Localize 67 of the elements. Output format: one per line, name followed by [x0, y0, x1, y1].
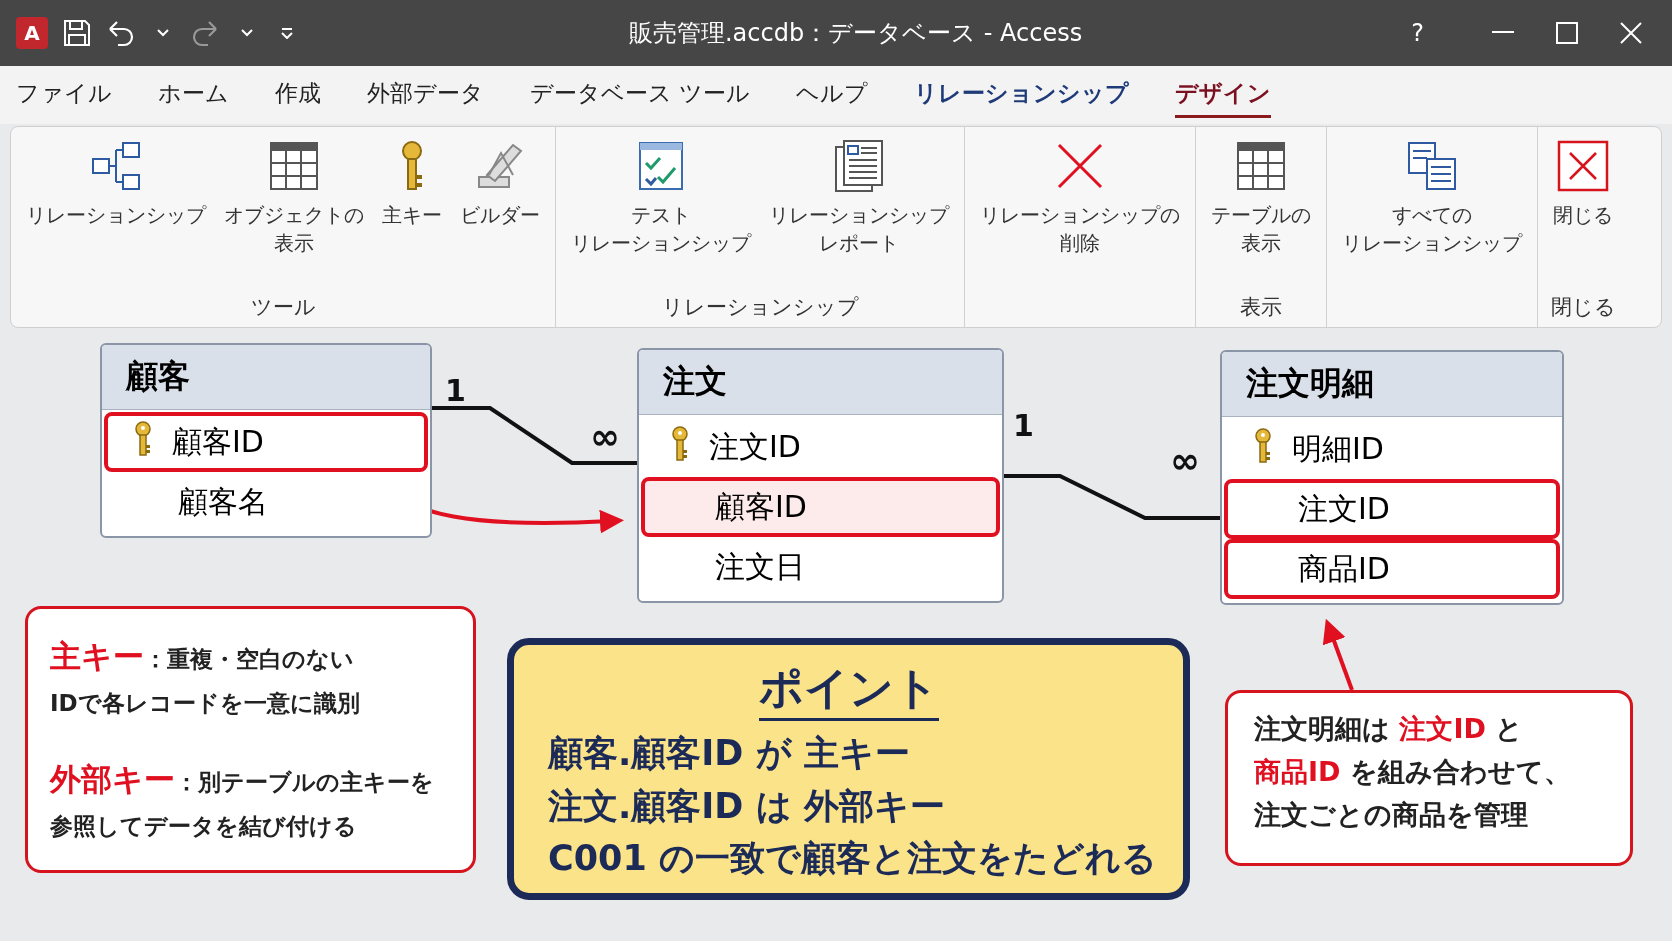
key-icon	[1252, 427, 1274, 464]
table-icon	[1234, 139, 1288, 193]
ribbon-button[interactable]: オブジェクトの 表示	[215, 127, 373, 293]
close-icon	[1556, 139, 1610, 193]
table-title: 注文明細	[1222, 352, 1562, 417]
ribbon-button[interactable]: テスト リレーションシップ	[562, 127, 760, 293]
key-icon	[132, 420, 154, 457]
field-row[interactable]: 顧客ID	[104, 412, 428, 472]
relationships-icon	[89, 139, 143, 193]
many-label: ∞	[1170, 440, 1200, 481]
note-text: 主キー：重複・空白のない IDで各レコードを一意に識別	[50, 637, 361, 719]
app-icon[interactable]: A	[16, 17, 48, 49]
group-label: ツール	[249, 294, 317, 321]
field-name: 商品ID	[1298, 549, 1390, 588]
field-row[interactable]: 注文日	[641, 537, 1000, 597]
report-icon	[832, 139, 886, 193]
tables-icon	[1405, 139, 1459, 193]
field-name: 注文ID	[1298, 489, 1390, 528]
menu-tab[interactable]: リレーションシップ	[914, 72, 1130, 118]
menu-tab[interactable]: 作成	[275, 72, 321, 118]
field-name: 明細ID	[1292, 429, 1384, 468]
many-label: ∞	[590, 416, 620, 457]
ribbon-button[interactable]: すべての リレーションシップ	[1333, 127, 1531, 297]
ribbon-button[interactable]: ビルダー	[451, 127, 549, 293]
point-title: ポイント	[758, 659, 939, 721]
ribbon-button[interactable]: リレーションシップ レポート	[760, 127, 958, 293]
table-window[interactable]: 注文明細 明細ID 注文ID 商品ID	[1220, 350, 1564, 605]
one-label: 1	[445, 373, 466, 408]
ribbon-button[interactable]: リレーションシップ	[17, 127, 215, 293]
point-text: 注文.顧客ID は 外部キー	[548, 784, 945, 828]
field-row[interactable]: 注文ID	[641, 417, 1000, 477]
key-icon	[669, 425, 691, 462]
field-row[interactable]: 注文ID	[1224, 479, 1560, 539]
field-row[interactable]: 顧客ID	[641, 477, 1000, 537]
menu-tab[interactable]: 外部データ	[367, 72, 484, 118]
menu-tab[interactable]: データベース ツール	[530, 72, 751, 118]
note-text: 外部キー：別テーブルの主キーを 参照してデータを結び付ける	[50, 759, 435, 841]
ribbon-button[interactable]: テーブルの 表示	[1202, 127, 1320, 293]
field-name: 顧客ID	[715, 487, 807, 526]
group-label: 閉じる	[1549, 294, 1617, 321]
help-button[interactable]: ?	[1411, 19, 1424, 47]
table-title: 顧客	[102, 345, 430, 410]
table-icon	[267, 139, 321, 193]
field-row[interactable]: 顧客名	[104, 472, 428, 532]
menu-tab[interactable]: ホーム	[158, 72, 229, 118]
ribbon-button[interactable]: 閉じる	[1544, 127, 1622, 293]
ribbon-button[interactable]: 主キー	[373, 127, 451, 293]
note-text: 注文明細は 注文ID と 商品ID を組み合わせて、 注文ごとの商品を管理	[1254, 712, 1572, 833]
table-title: 注文	[639, 350, 1002, 415]
point-text: 顧客.顧客ID が 主キー	[548, 732, 910, 775]
table-window[interactable]: 顧客 顧客ID 顧客名	[100, 343, 432, 538]
field-name: 顧客ID	[172, 422, 264, 461]
group-label: 表示	[1239, 294, 1283, 321]
field-name: 注文ID	[709, 427, 801, 466]
point-text: C001 の一致で顧客と注文をたどれる	[548, 837, 1157, 880]
menu-tab[interactable]: ヘルプ	[796, 72, 869, 118]
one-label: 1	[1013, 408, 1034, 443]
group-label: リレーションシップ	[660, 294, 860, 321]
menu-tab[interactable]: ファイル	[16, 72, 112, 118]
menu-tab[interactable]: デザイン	[1175, 72, 1272, 118]
ribbon-button[interactable]: リレーションシップの 削除	[971, 127, 1189, 297]
field-name: 注文日	[715, 547, 805, 586]
field-row[interactable]: 明細ID	[1224, 419, 1560, 479]
window-title: 販売管理.accdb：データベース - Access	[628, 18, 1084, 49]
table-window[interactable]: 注文 注文ID 顧客ID 注文日	[637, 348, 1004, 603]
field-row[interactable]: 商品ID	[1224, 539, 1560, 599]
field-name: 顧客名	[178, 482, 268, 521]
